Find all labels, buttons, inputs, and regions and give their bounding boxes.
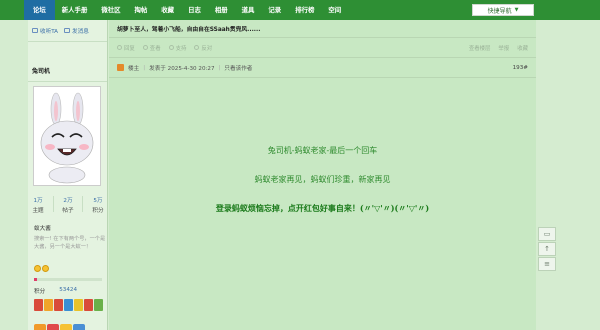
house-badge-icon[interactable]	[34, 324, 46, 330]
badge-row	[34, 324, 85, 330]
envelope-icon	[64, 28, 70, 33]
list-tool-button[interactable]: ≡	[538, 257, 556, 271]
user-actions: 收听TA 发消息	[28, 20, 107, 42]
points-row: 积分 53424	[34, 287, 77, 295]
favorite-link[interactable]: 收藏	[517, 44, 528, 52]
nav-forum[interactable]: 论坛	[24, 0, 55, 20]
support-action[interactable]: 支持	[168, 44, 187, 52]
quick-nav-label: 快捷导航	[487, 7, 512, 15]
follow-icon	[32, 28, 38, 33]
nav-props[interactable]: 道具	[235, 0, 262, 20]
stat-points[interactable]: 5万 积分	[92, 196, 103, 214]
nav-favorites[interactable]: 收藏	[154, 0, 181, 20]
smiley-icon	[34, 265, 41, 272]
eye-icon	[142, 45, 148, 50]
divider	[52, 196, 54, 212]
only-author-link[interactable]: 只看该作者	[224, 64, 252, 72]
globe-badge-icon[interactable]	[73, 324, 85, 330]
report-link[interactable]: 举报	[498, 44, 509, 52]
star-badge-icon[interactable]	[60, 324, 72, 330]
divider: |	[218, 64, 221, 71]
author-tag: 楼主	[128, 65, 140, 72]
medal-icon[interactable]	[84, 299, 93, 311]
top-nav: 论坛 新人手册 微社区 掏帖 收藏 日志 相册 道具 记录 排行榜 空间 快捷导…	[0, 0, 600, 20]
reply-action[interactable]: 回复	[117, 44, 135, 52]
nav-album[interactable]: 相册	[208, 0, 235, 20]
smiley-icon	[42, 265, 49, 272]
thumbs-down-icon	[194, 45, 200, 50]
stat-posts-value: 2万	[63, 198, 73, 204]
medal-icon[interactable]	[94, 299, 103, 311]
support-label: 支持	[175, 45, 187, 52]
quick-nav-button[interactable]: 快捷导航 ▼	[472, 4, 534, 16]
oppose-action[interactable]: 反对	[194, 44, 212, 52]
medal-icon[interactable]	[54, 299, 63, 311]
follow-link[interactable]: 收听TA	[32, 27, 58, 35]
bunny-avatar-image	[34, 87, 100, 185]
medal-row	[34, 299, 103, 311]
content-line-2: 蚂蚁老家再见，蚂蚁们珍重，新家再见	[254, 175, 391, 184]
reply-label: 回复	[124, 45, 135, 52]
stat-posts-label: 帖子	[62, 208, 74, 214]
post-area: 胡萝卜至人，驾着小飞船，自由自在SSaah贯兜风...... 回复 查看 支持 …	[109, 20, 536, 330]
medal-icon[interactable]	[44, 299, 53, 311]
heart-badge-icon[interactable]	[47, 324, 59, 330]
content-line-3: 登录蚂蚁烦恼忘掉，点开红包好事自来！(〃'▽'〃)(〃'▽'〃)	[215, 203, 430, 213]
medal-icon[interactable]	[74, 299, 83, 311]
thread-notice: 胡萝卜至人，驾着小飞船，自由自在SSaah贯兜风......	[109, 20, 536, 38]
oppose-label: 反对	[201, 45, 213, 52]
view-label: 查看	[149, 45, 161, 52]
back-to-top-button[interactable]: ↑	[538, 242, 556, 256]
nav-blog[interactable]: 日志	[181, 0, 208, 20]
floor-number[interactable]: 193#	[513, 65, 528, 71]
stat-topics[interactable]: 1万 主题	[32, 196, 43, 214]
user-sidebar: 收听TA 发消息 兔司机 1万 主题 2万 帖子 5万 积分 蚁大酱 搜索一! …	[28, 20, 108, 330]
divider: |	[143, 64, 146, 71]
owner-icon	[117, 64, 124, 71]
content-line-1: 兔司机-蚂蚁老家-最后一个回车	[267, 146, 378, 155]
stat-topics-value: 1万	[33, 198, 43, 204]
nav-newbie-guide[interactable]: 新人手册	[55, 0, 95, 20]
comment-tool-button[interactable]: ▭	[538, 227, 556, 241]
points-value: 53424	[59, 287, 77, 293]
message-link[interactable]: 发消息	[64, 27, 89, 35]
side-tools: ▭ ↑ ≡	[538, 227, 556, 271]
username[interactable]: 兔司机	[28, 60, 107, 82]
arrow-up-icon: ↑	[544, 245, 550, 253]
stat-topics-label: 主题	[32, 208, 44, 214]
signature-text: 搜索一! 在下有两个号，一个是大酱，另一个是大蚁一！	[34, 236, 106, 250]
avatar[interactable]	[33, 86, 101, 186]
medal-icon[interactable]	[64, 299, 73, 311]
medal-icon[interactable]	[34, 299, 43, 311]
stat-posts[interactable]: 2万 帖子	[62, 196, 73, 214]
thumbs-up-icon	[168, 45, 174, 50]
level-progress-bar	[34, 278, 102, 281]
level-icons	[34, 265, 49, 272]
user-stats: 1万 主题 2万 帖子 5万 积分	[28, 196, 108, 214]
nav-posts[interactable]: 掏帖	[128, 0, 155, 20]
list-icon: ≡	[544, 260, 550, 268]
nav-micro-community[interactable]: 微社区	[94, 0, 127, 20]
view-action[interactable]: 查看	[142, 44, 161, 52]
posted-at: 发表于 2025-4-30 20:27	[149, 65, 215, 72]
caret-down-icon: ▼	[514, 7, 519, 13]
stat-points-value: 5万	[93, 198, 103, 204]
nav-space[interactable]: 空间	[321, 0, 348, 20]
nav-leaderboard[interactable]: 排行榜	[288, 0, 321, 20]
stat-points-label: 积分	[92, 208, 104, 214]
post-toolbar: 回复 查看 支持 反对 查看楼层 举报 收藏	[109, 38, 536, 58]
view-floor-link[interactable]: 查看楼层	[469, 44, 491, 52]
comment-icon: ▭	[543, 230, 551, 238]
signature-title: 蚁大酱	[34, 226, 51, 232]
points-label: 积分	[34, 289, 46, 295]
divider	[82, 196, 84, 212]
nav-records[interactable]: 记录	[261, 0, 288, 20]
message-label: 发消息	[72, 28, 89, 35]
post-meta: 楼主 | 发表于 2025-4-30 20:27 | 只看该作者 193#	[109, 58, 536, 78]
follow-label: 收听TA	[40, 28, 58, 35]
reply-icon	[117, 45, 122, 50]
level-progress-fill	[34, 278, 38, 281]
